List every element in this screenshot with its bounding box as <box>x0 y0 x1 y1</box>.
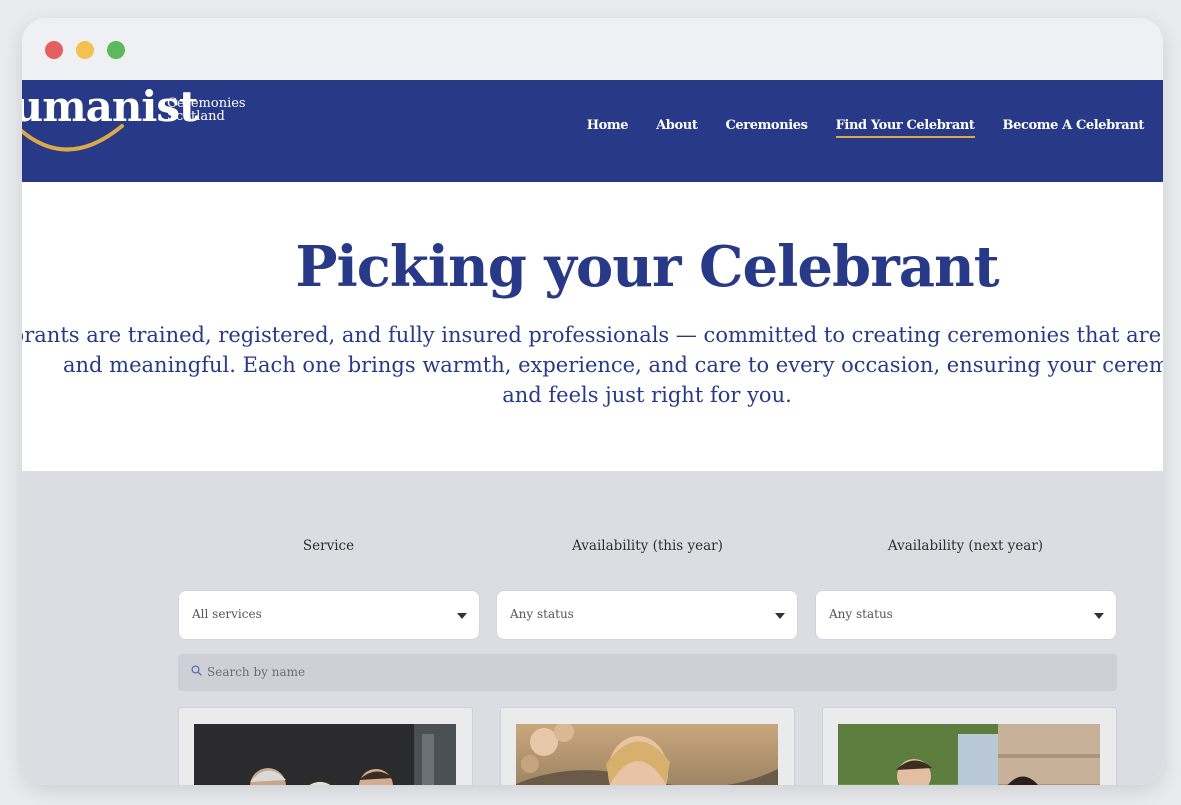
hero-description-line2: and meaningful. Each one brings warmth, … <box>63 353 1163 377</box>
logo-arc-icon <box>22 124 124 152</box>
page-title: Picking your Celebrant <box>295 234 999 300</box>
celebrant-photo <box>838 724 1100 785</box>
nav-become-a-celebrant[interactable]: Become A Celebrant <box>1003 118 1145 138</box>
celebrant-photo <box>516 724 778 785</box>
celebrant-photo-image <box>194 724 456 785</box>
service-select-value: All services <box>192 607 262 621</box>
maximize-window-button[interactable] <box>107 41 125 59</box>
celebrant-finder: Service Availability (this year) Availab… <box>22 471 1163 785</box>
celebrant-card[interactable] <box>500 707 795 785</box>
close-window-button[interactable] <box>45 41 63 59</box>
logo-subtitle-line2: Scotland <box>167 109 225 124</box>
availability-next-year-value: Any status <box>829 607 893 621</box>
availability-this-year-label: Availability (this year) <box>572 538 723 554</box>
hero-section: Picking your Celebrant Our celebrants ar… <box>22 182 1163 471</box>
availability-this-year-value: Any status <box>510 607 574 621</box>
nav-ceremonies[interactable]: Ceremonies <box>725 118 808 138</box>
chevron-down-icon <box>775 613 785 619</box>
site-logo[interactable]: Humanist Ceremonies Scotland <box>22 80 254 182</box>
nav-home[interactable]: Home <box>587 118 629 138</box>
celebrant-card[interactable] <box>822 707 1117 785</box>
availability-next-year-select[interactable]: Any status <box>815 590 1117 640</box>
chevron-down-icon <box>457 613 467 619</box>
hero-description-line1: Our celebrants are trained, registered, … <box>22 323 1163 347</box>
chevron-down-icon <box>1094 613 1104 619</box>
search-icon <box>191 665 202 676</box>
logo-subtitle: Ceremonies Scotland <box>167 97 246 123</box>
hero-description: Our celebrants are trained, registered, … <box>22 320 1163 410</box>
hero-description-line3: and feels just right for you. <box>502 383 792 407</box>
site-header: Humanist Ceremonies Scotland Home About … <box>22 80 1163 182</box>
nav-about[interactable]: About <box>656 118 698 138</box>
service-filter-label: Service <box>302 538 355 554</box>
minimize-window-button[interactable] <box>76 41 94 59</box>
page-viewport: Humanist Ceremonies Scotland Home About … <box>22 80 1163 785</box>
celebrant-photo-image <box>838 724 1100 785</box>
main-nav: Home About Ceremonies Find Your Celebran… <box>587 118 1144 138</box>
celebrant-photo <box>194 724 456 785</box>
availability-next-year-label: Availability (next year) <box>887 538 1044 554</box>
service-select[interactable]: All services <box>178 590 480 640</box>
window-titlebar <box>22 18 1163 80</box>
celebrant-photo-image <box>516 724 778 785</box>
browser-window: Humanist Ceremonies Scotland Home About … <box>22 18 1163 785</box>
availability-this-year-select[interactable]: Any status <box>496 590 798 640</box>
celebrant-card[interactable] <box>178 707 473 785</box>
filter-labels: Service Availability (this year) Availab… <box>178 538 1117 558</box>
nav-find-your-celebrant[interactable]: Find Your Celebrant <box>835 118 975 138</box>
search-input[interactable]: Search by name <box>178 654 1117 691</box>
search-placeholder: Search by name <box>207 665 306 679</box>
